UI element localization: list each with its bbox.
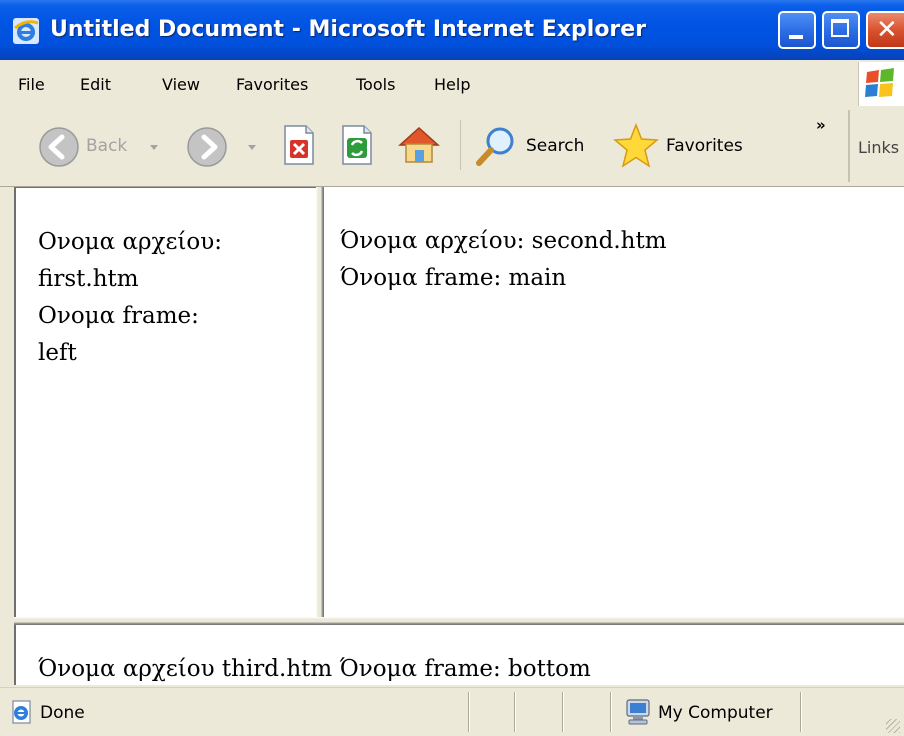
favorites-button-label[interactable]: Favorites — [666, 136, 743, 156]
menu-view[interactable]: View — [162, 75, 200, 94]
browser-window: Untitled Document - Microsoft Internet E… — [0, 0, 904, 736]
menu-favorites[interactable]: Favorites — [236, 75, 308, 94]
menu-tools[interactable]: Tools — [356, 75, 395, 94]
status-separator — [514, 692, 516, 732]
status-separator — [610, 692, 612, 732]
main-frame-line: Όνομα αρχείου: second.htm — [340, 228, 667, 254]
ie-logo-icon — [13, 18, 39, 44]
standard-toolbar — [0, 106, 904, 187]
menu-bar: File Edit View Favorites Tools Help — [0, 60, 904, 107]
frameset-border — [0, 187, 14, 685]
menu-edit[interactable]: Edit — [80, 75, 111, 94]
windows-flag-icon — [865, 68, 894, 97]
close-icon: ✕ — [876, 15, 898, 45]
status-separator — [468, 692, 470, 732]
forward-arrow-icon[interactable] — [186, 126, 228, 168]
stop-icon[interactable] — [282, 124, 316, 166]
home-icon[interactable] — [396, 122, 442, 168]
links-separator — [848, 110, 850, 182]
back-arrow-icon[interactable] — [38, 126, 80, 168]
my-computer-icon — [626, 699, 650, 725]
back-button-label[interactable]: Back — [86, 136, 127, 156]
page-done-icon — [12, 700, 31, 724]
window-title: Untitled Document - Microsoft Internet E… — [50, 17, 647, 42]
vertical-frame-divider[interactable] — [316, 187, 324, 617]
main-frame-text: Όνομα αρχείου: second.htm Όνομα frame: m… — [340, 223, 667, 297]
left-frame-line: left — [38, 340, 77, 366]
left-frame-line: Ονομα αρχείου: — [38, 229, 222, 255]
left-frame-line: Ονομα frame: — [38, 303, 199, 329]
status-separator — [562, 692, 564, 732]
minimize-icon — [789, 35, 803, 39]
bottom-frame: Όνομα αρχείου third.htm Όνομα frame: bot… — [14, 625, 904, 685]
title-bar[interactable]: Untitled Document - Microsoft Internet E… — [0, 0, 904, 60]
left-frame-line: first.htm — [38, 266, 139, 292]
status-separator — [800, 692, 802, 732]
toolbar-separator — [460, 120, 461, 170]
resize-grip[interactable] — [886, 719, 900, 733]
left-frame-text: Ονομα αρχείου: first.htm Ονομα frame: le… — [38, 224, 222, 372]
toolbar-chevron[interactable]: » — [816, 116, 826, 134]
favorites-star-icon[interactable] — [612, 122, 660, 170]
left-frame: Ονομα αρχείου: first.htm Ονομα frame: le… — [14, 187, 316, 617]
refresh-icon[interactable] — [340, 124, 374, 166]
maximize-icon — [831, 19, 849, 37]
search-button-label[interactable]: Search — [526, 136, 584, 156]
forward-dropdown-icon[interactable] — [248, 145, 256, 150]
links-button[interactable]: Links — [858, 138, 899, 157]
status-bar: Done My Computer — [0, 687, 904, 736]
close-button[interactable]: ✕ — [866, 11, 904, 49]
search-magnifier-icon[interactable] — [474, 124, 518, 168]
status-text: Done — [40, 703, 85, 723]
windows-logo — [858, 62, 904, 106]
bottom-frame-text: Όνομα αρχείου third.htm Όνομα frame: bot… — [38, 656, 591, 682]
main-frame: Όνομα αρχείου: second.htm Όνομα frame: m… — [324, 187, 904, 617]
main-frame-line: Όνομα frame: main — [340, 265, 567, 291]
maximize-button[interactable] — [822, 11, 860, 49]
security-zone-label: My Computer — [658, 703, 773, 723]
minimize-button[interactable] — [778, 11, 816, 49]
menu-file[interactable]: File — [18, 75, 45, 94]
back-dropdown-icon[interactable] — [150, 145, 158, 150]
horizontal-frame-divider[interactable] — [14, 617, 904, 625]
menu-help[interactable]: Help — [434, 75, 470, 94]
